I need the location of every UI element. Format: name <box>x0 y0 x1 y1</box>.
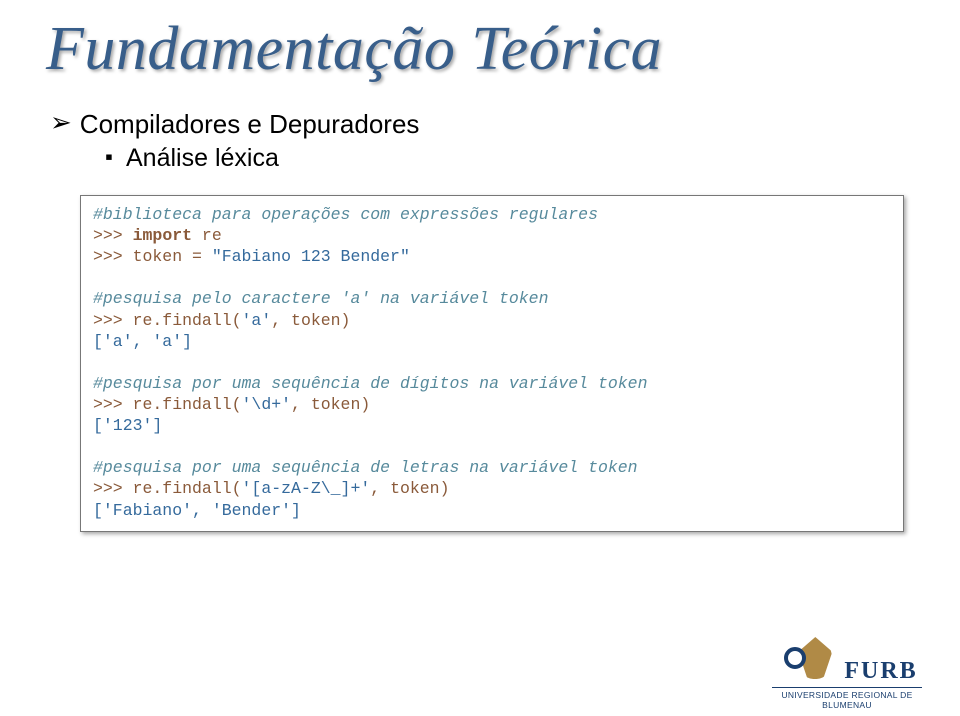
code-output: ['Fabiano', 'Bender'] <box>93 501 301 520</box>
code-keyword-import: import <box>133 226 192 245</box>
bullet-level1: ➢ Compiladores e Depuradores <box>50 109 914 140</box>
code-content: #biblioteca para operações com expressõe… <box>81 196 903 531</box>
code-comment: #pesquisa pelo caractere 'a' na variável… <box>93 289 548 308</box>
logo-subtitle: UNIVERSIDADE REGIONAL DE BLUMENAU <box>772 687 922 710</box>
code-output: ['123'] <box>93 416 162 435</box>
code-comment: #pesquisa por uma sequência de dígitos n… <box>93 374 648 393</box>
code-prompt: >>> token = <box>93 247 212 266</box>
code-prompt: >>> <box>93 226 133 245</box>
code-box: #biblioteca para operações com expressõe… <box>80 195 904 532</box>
bullet-level2: ▪ Análise léxica <box>102 144 914 173</box>
code-output: ['a', 'a'] <box>93 332 192 351</box>
slide-body: ➢ Compiladores e Depuradores ▪ Análise l… <box>46 109 914 532</box>
code-string: 'a' <box>242 311 272 330</box>
logo-mark-icon <box>776 635 834 685</box>
logo-row: FURB <box>772 635 922 685</box>
code-tail: , token) <box>370 479 449 498</box>
logo: FURB UNIVERSIDADE REGIONAL DE BLUMENAU <box>772 635 922 710</box>
code-tail: , token) <box>291 395 370 414</box>
code-prompt: >>> re.findall( <box>93 395 242 414</box>
bullet-marker-square: ▪ <box>102 144 116 170</box>
logo-text: FURB <box>844 658 917 685</box>
code-prompt: >>> re.findall( <box>93 479 242 498</box>
code-comment: #biblioteca para operações com expressõe… <box>93 205 598 224</box>
code-module: re <box>192 226 222 245</box>
code-comment: #pesquisa por uma sequência de letras na… <box>93 458 638 477</box>
bullet-marker-triangle: ➢ <box>50 109 72 135</box>
slide-title: Fundamentação Teórica <box>46 14 914 85</box>
code-string: "Fabiano 123 Bender" <box>212 247 410 266</box>
slide: Fundamentação Teórica ➢ Compiladores e D… <box>0 14 960 716</box>
code-prompt: >>> re.findall( <box>93 311 242 330</box>
logo-ring-shape <box>784 647 806 669</box>
bullet-level1-text: Compiladores e Depuradores <box>80 109 420 140</box>
code-string: '\d+' <box>242 395 292 414</box>
bullet-level2-text: Análise léxica <box>126 144 279 173</box>
code-tail: , token) <box>271 311 350 330</box>
code-string: '[a-zA-Z\_]+' <box>242 479 371 498</box>
